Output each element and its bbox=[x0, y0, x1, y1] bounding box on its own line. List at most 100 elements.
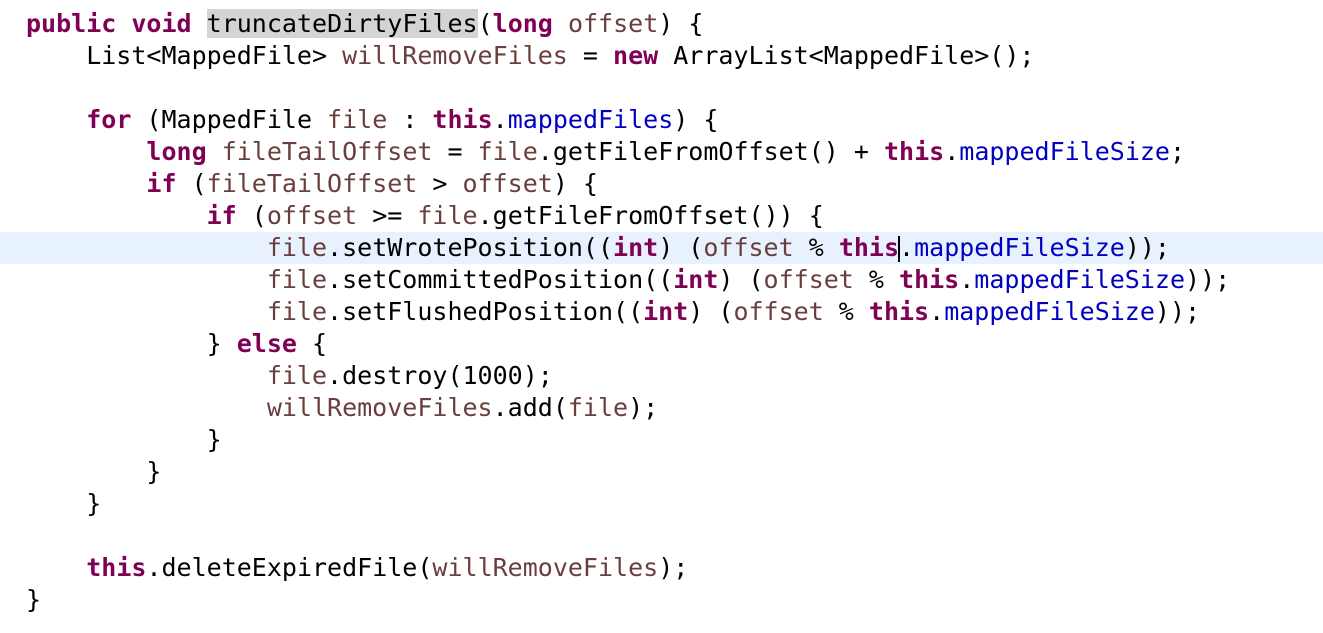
code-token: { bbox=[296, 329, 328, 358]
code-token: ); bbox=[628, 393, 659, 422]
code-editor[interactable]: public void truncateDirtyFiles(long offs… bbox=[0, 0, 1323, 633]
code-line[interactable]: file.setFlushedPosition((int) (offset % … bbox=[0, 296, 1323, 328]
keyword-token: int bbox=[613, 233, 659, 262]
variable-token: offset bbox=[567, 9, 659, 38]
code-token: )); bbox=[1185, 265, 1231, 294]
code-line[interactable]: } bbox=[0, 488, 1323, 520]
code-token: .add( bbox=[492, 393, 568, 422]
code-token: ); bbox=[658, 553, 689, 582]
code-line[interactable]: file.setCommittedPosition((int) (offset … bbox=[0, 264, 1323, 296]
field-token: mappedFiles bbox=[507, 105, 674, 134]
variable-token: willRemoveFiles bbox=[342, 41, 568, 70]
keyword-token: int bbox=[643, 297, 689, 326]
keyword-token: int bbox=[673, 265, 719, 294]
keyword-token: long bbox=[146, 137, 207, 166]
code-token: } bbox=[26, 457, 162, 486]
field-token: mappedFileSize bbox=[974, 265, 1186, 294]
keyword-token: if bbox=[206, 201, 237, 230]
keyword-token: for bbox=[86, 105, 132, 134]
variable-token: file bbox=[327, 105, 388, 134]
code-token: = bbox=[432, 137, 478, 166]
keyword-token: this bbox=[899, 265, 960, 294]
keyword-token: this bbox=[883, 137, 945, 166]
code-line[interactable]: List<MappedFile> willRemoveFiles = new A… bbox=[0, 40, 1323, 72]
code-token: . bbox=[929, 297, 945, 326]
variable-token: offset bbox=[266, 201, 358, 230]
variable-token: file bbox=[266, 297, 328, 326]
variable-token: offset bbox=[703, 233, 794, 262]
variable-token: file bbox=[477, 137, 538, 166]
code-line-current[interactable]: file.setWrotePosition((int) (offset % th… bbox=[0, 232, 1323, 264]
code-token: } bbox=[26, 425, 222, 454]
code-token: .getFileFromOffset() + bbox=[537, 137, 884, 166]
code-token: ) ( bbox=[718, 265, 764, 294]
keyword-token: public bbox=[26, 9, 117, 38]
code-line[interactable]: } else { bbox=[0, 328, 1323, 360]
code-token: List<MappedFile> bbox=[26, 41, 343, 70]
code-line[interactable]: } bbox=[0, 584, 1323, 616]
code-token: . bbox=[492, 105, 508, 134]
code-token: ) { bbox=[673, 105, 719, 134]
code-token: .setCommittedPosition(( bbox=[327, 265, 674, 294]
field-token: mappedFileSize bbox=[944, 297, 1155, 326]
code-token: = bbox=[567, 41, 614, 70]
code-line[interactable]: if (fileTailOffset > offset) { bbox=[0, 168, 1323, 200]
code-token: ) { bbox=[658, 9, 704, 38]
variable-token: file bbox=[567, 393, 629, 422]
code-line[interactable]: } bbox=[0, 456, 1323, 488]
code-line[interactable] bbox=[0, 72, 1323, 104]
code-token: ArrayList<MappedFile>(); bbox=[658, 41, 1035, 70]
variable-token: willRemoveFiles bbox=[266, 393, 493, 422]
keyword-token: this bbox=[868, 297, 930, 326]
code-line[interactable] bbox=[0, 520, 1323, 552]
variable-token: fileTailOffset bbox=[221, 137, 433, 166]
code-line[interactable]: file.destroy(1000); bbox=[0, 360, 1323, 392]
code-token: )); bbox=[1124, 233, 1170, 262]
code-token: (MappedFile bbox=[131, 105, 328, 134]
code-line[interactable]: this.deleteExpiredFile(willRemoveFiles); bbox=[0, 552, 1323, 584]
code-token: .getFileFromOffset()) { bbox=[477, 201, 824, 230]
variable-token: offset bbox=[763, 265, 854, 294]
keyword-token: void bbox=[131, 9, 192, 38]
code-line[interactable]: for (MappedFile file : this.mappedFiles)… bbox=[0, 104, 1323, 136]
variable-token: offset bbox=[462, 169, 553, 198]
variable-token: offset bbox=[733, 297, 824, 326]
code-token: >= bbox=[357, 201, 418, 230]
keyword-token: this bbox=[838, 233, 900, 262]
code-token: )); bbox=[1154, 297, 1201, 326]
code-token: ) ( bbox=[658, 233, 704, 262]
variable-token: file bbox=[266, 361, 328, 390]
code-token: : bbox=[387, 105, 433, 134]
code-token: . bbox=[944, 137, 960, 166]
code-token: .destroy(1000); bbox=[327, 361, 553, 390]
code-token: .deleteExpiredFile( bbox=[146, 553, 433, 582]
variable-token: file bbox=[417, 201, 478, 230]
code-line[interactable]: if (offset >= file.getFileFromOffset()) … bbox=[0, 200, 1323, 232]
code-token: } bbox=[26, 585, 42, 614]
code-line[interactable]: willRemoveFiles.add(file); bbox=[0, 392, 1323, 424]
keyword-token: this bbox=[432, 105, 493, 134]
code-token: .setWrotePosition(( bbox=[327, 233, 614, 262]
code-token: ( bbox=[477, 9, 493, 38]
code-line[interactable]: long fileTailOffset = file.getFileFromOf… bbox=[0, 136, 1323, 168]
code-token: % bbox=[823, 297, 869, 326]
code-line[interactable]: public void truncateDirtyFiles(long offs… bbox=[0, 8, 1323, 40]
code-token: ( bbox=[176, 169, 207, 198]
keyword-token: long bbox=[492, 9, 553, 38]
code-token: . bbox=[899, 233, 915, 262]
code-line[interactable]: } bbox=[0, 424, 1323, 456]
highlighted-token: truncateDirtyFiles bbox=[206, 9, 478, 38]
variable-token: file bbox=[266, 233, 328, 262]
keyword-token: else bbox=[236, 329, 297, 358]
